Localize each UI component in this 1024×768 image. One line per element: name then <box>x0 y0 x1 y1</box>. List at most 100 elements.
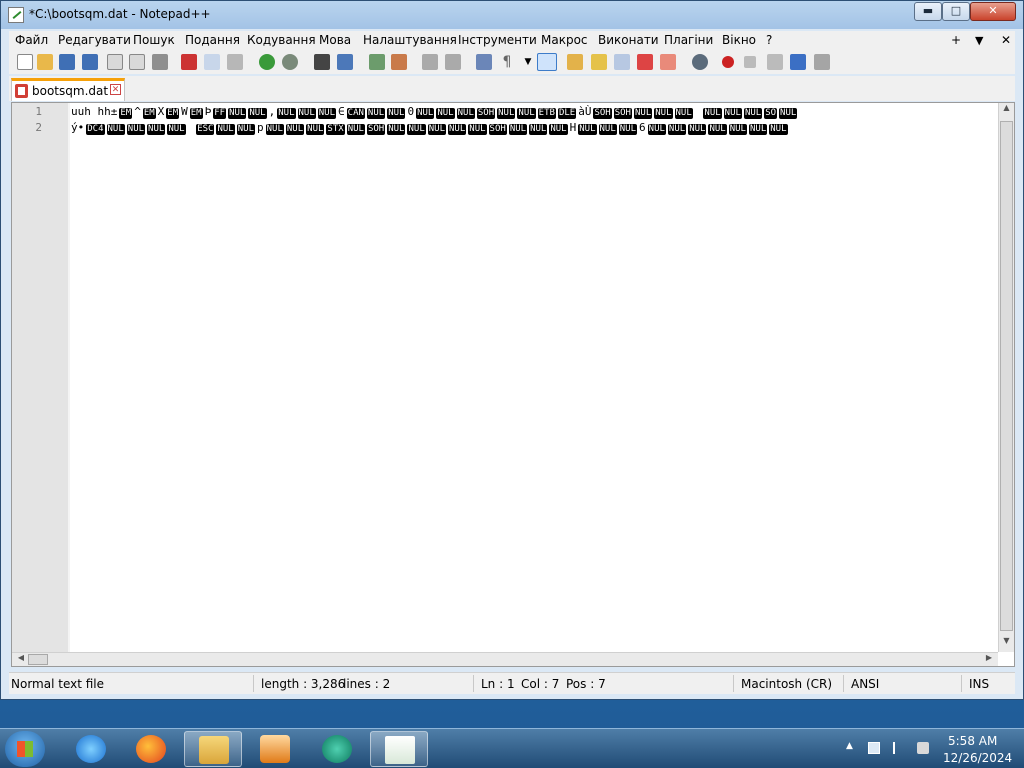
minimize-button[interactable]: ▬ <box>914 2 942 21</box>
code-area[interactable]: uuh hh± EM ^ EM X EM W EM Þ FF NUL NUL, NUL NUL NUL ∈ CA… <box>70 103 996 652</box>
cut-icon[interactable] <box>181 54 197 70</box>
code-text: Þ <box>204 105 212 118</box>
control-char-token: NUL <box>529 124 548 135</box>
scroll-up-icon[interactable]: ▲ <box>999 103 1014 119</box>
monitoring-icon[interactable] <box>660 54 676 70</box>
menu-macro[interactable]: Макрос <box>541 33 588 47</box>
title-bar[interactable]: *C:\bootsqm.dat - Notepad++ ▬ □ ✕ <box>1 1 1023 29</box>
flag-icon[interactable] <box>893 742 905 754</box>
tab-bootsqm[interactable]: bootsqm.dat ✕ <box>11 78 125 101</box>
code-line[interactable]: uuh hh± EM ^ EM X EM W EM Þ FF NUL NUL, NUL NUL NUL ∈ CA… <box>70 105 798 119</box>
menu-help[interactable]: ? <box>766 33 772 47</box>
chevron-down-icon[interactable]: ▼ <box>520 54 536 70</box>
playback-macro-icon[interactable] <box>767 54 783 70</box>
stop-macro-icon[interactable] <box>744 56 756 68</box>
menu-settings[interactable]: Налаштування <box>363 33 457 47</box>
copy-icon[interactable] <box>204 54 220 70</box>
code-text: X <box>157 105 165 118</box>
show-all-characters-icon[interactable]: ¶ <box>499 54 515 70</box>
control-char-token: NUL <box>346 124 365 135</box>
clock-time[interactable]: 5:58 AM <box>948 734 997 748</box>
print-icon[interactable] <box>152 54 168 70</box>
menu-run[interactable]: Виконати <box>598 33 659 47</box>
save-all-icon[interactable] <box>82 54 98 70</box>
scroll-left-icon[interactable]: ◀ <box>14 653 28 662</box>
internet-explorer-icon[interactable] <box>62 731 120 767</box>
undo-icon[interactable] <box>259 54 275 70</box>
paste-icon[interactable] <box>227 54 243 70</box>
control-char-token: NUL <box>549 124 568 135</box>
notepad-plus-plus-taskbar-icon[interactable] <box>370 731 428 767</box>
menu-edit[interactable]: Редагувати <box>58 33 131 47</box>
control-char-token: NUL <box>667 124 687 135</box>
taskbar: ▲ 5:58 AM 12/26/2024 <box>0 728 1024 768</box>
control-char-token: NUL <box>517 108 536 119</box>
tab-close-button[interactable]: ✕ <box>110 84 121 95</box>
function-list-icon[interactable] <box>614 54 630 70</box>
vertical-scrollbar[interactable]: ▲ ▼ <box>998 103 1014 652</box>
menu-add-button[interactable]: + <box>951 33 961 47</box>
eye-icon[interactable] <box>692 54 708 70</box>
code-text: W <box>181 105 188 118</box>
control-char-token: NUL <box>743 108 763 119</box>
control-char-token: NUL <box>427 124 447 135</box>
user-defined-language-icon[interactable] <box>567 54 583 70</box>
redo-icon[interactable] <box>282 54 298 70</box>
status-lines: lines : 2 <box>343 677 391 691</box>
control-char-token: NUL <box>703 108 722 119</box>
control-char-token: EM <box>166 108 180 119</box>
close-all-icon[interactable] <box>129 54 145 70</box>
chevron-up-icon[interactable]: ▲ <box>846 741 853 751</box>
firefox-icon[interactable] <box>122 731 180 767</box>
start-button[interactable] <box>5 731 45 767</box>
scroll-right-icon[interactable]: ▶ <box>982 653 996 662</box>
zoom-out-icon[interactable] <box>391 54 407 70</box>
record-macro-icon[interactable] <box>722 56 734 68</box>
word-wrap-icon[interactable] <box>476 54 492 70</box>
control-char-token: NUL <box>708 124 727 135</box>
folder-workspace-icon[interactable] <box>637 54 653 70</box>
open-file-icon[interactable] <box>37 54 53 70</box>
menu-close-button[interactable]: ✕ <box>1001 33 1011 47</box>
file-explorer-icon[interactable] <box>184 731 242 767</box>
network-icon[interactable] <box>868 742 880 754</box>
save-macro-icon[interactable] <box>814 54 830 70</box>
save-icon[interactable] <box>59 54 75 70</box>
find-icon[interactable] <box>314 54 330 70</box>
menu-window[interactable]: Вікно <box>722 33 756 47</box>
horizontal-scroll-thumb[interactable] <box>28 654 48 665</box>
sync-vertical-icon[interactable] <box>422 54 438 70</box>
zoom-in-icon[interactable] <box>369 54 385 70</box>
control-char-token: ESC <box>196 124 215 135</box>
control-char-token: NUL <box>387 124 406 135</box>
clock-date[interactable]: 12/26/2024 <box>943 751 1012 765</box>
menu-dropdown-button[interactable]: ▼ <box>975 34 983 47</box>
chat-icon[interactable] <box>308 731 366 767</box>
control-char-token: CAN <box>346 108 365 119</box>
menu-encoding[interactable]: Кодування <box>247 33 316 47</box>
horizontal-scrollbar[interactable]: ◀ ▶ <box>12 652 998 666</box>
menu-view[interactable]: Подання <box>185 33 240 47</box>
status-eol[interactable]: Macintosh (CR) <box>741 677 832 691</box>
menu-plugins[interactable]: Плагіни <box>664 33 713 47</box>
document-map-icon[interactable] <box>591 54 607 70</box>
maximize-button[interactable]: □ <box>942 2 970 21</box>
editor[interactable]: 1 2 uuh hh± EM ^ EM X EM W EM Þ FF NUL NUL, NUL NUL NU… <box>11 102 1015 667</box>
scroll-down-icon[interactable]: ▼ <box>999 636 1014 652</box>
sync-horizontal-icon[interactable] <box>445 54 461 70</box>
media-player-icon[interactable] <box>246 731 304 767</box>
control-char-token: NUL <box>779 108 798 119</box>
menu-search[interactable]: Пошук <box>133 33 175 47</box>
code-line[interactable]: ý• DC4 NUL NUL NUL NUL ESC NUL NUL p NUL NUL NUL STX… <box>70 121 789 135</box>
new-file-icon[interactable] <box>17 54 33 70</box>
volume-muted-icon[interactable] <box>917 742 929 754</box>
close-file-icon[interactable] <box>107 54 123 70</box>
run-macro-multiple-icon[interactable] <box>790 54 806 70</box>
menu-file[interactable]: Файл <box>15 33 48 47</box>
vertical-scroll-thumb[interactable] <box>1000 121 1013 631</box>
replace-icon[interactable] <box>337 54 353 70</box>
menu-tools[interactable]: Інструменти <box>458 33 537 47</box>
indent-guide-icon[interactable] <box>537 53 557 71</box>
close-button[interactable]: ✕ <box>970 2 1016 21</box>
menu-language[interactable]: Мова <box>319 33 351 47</box>
